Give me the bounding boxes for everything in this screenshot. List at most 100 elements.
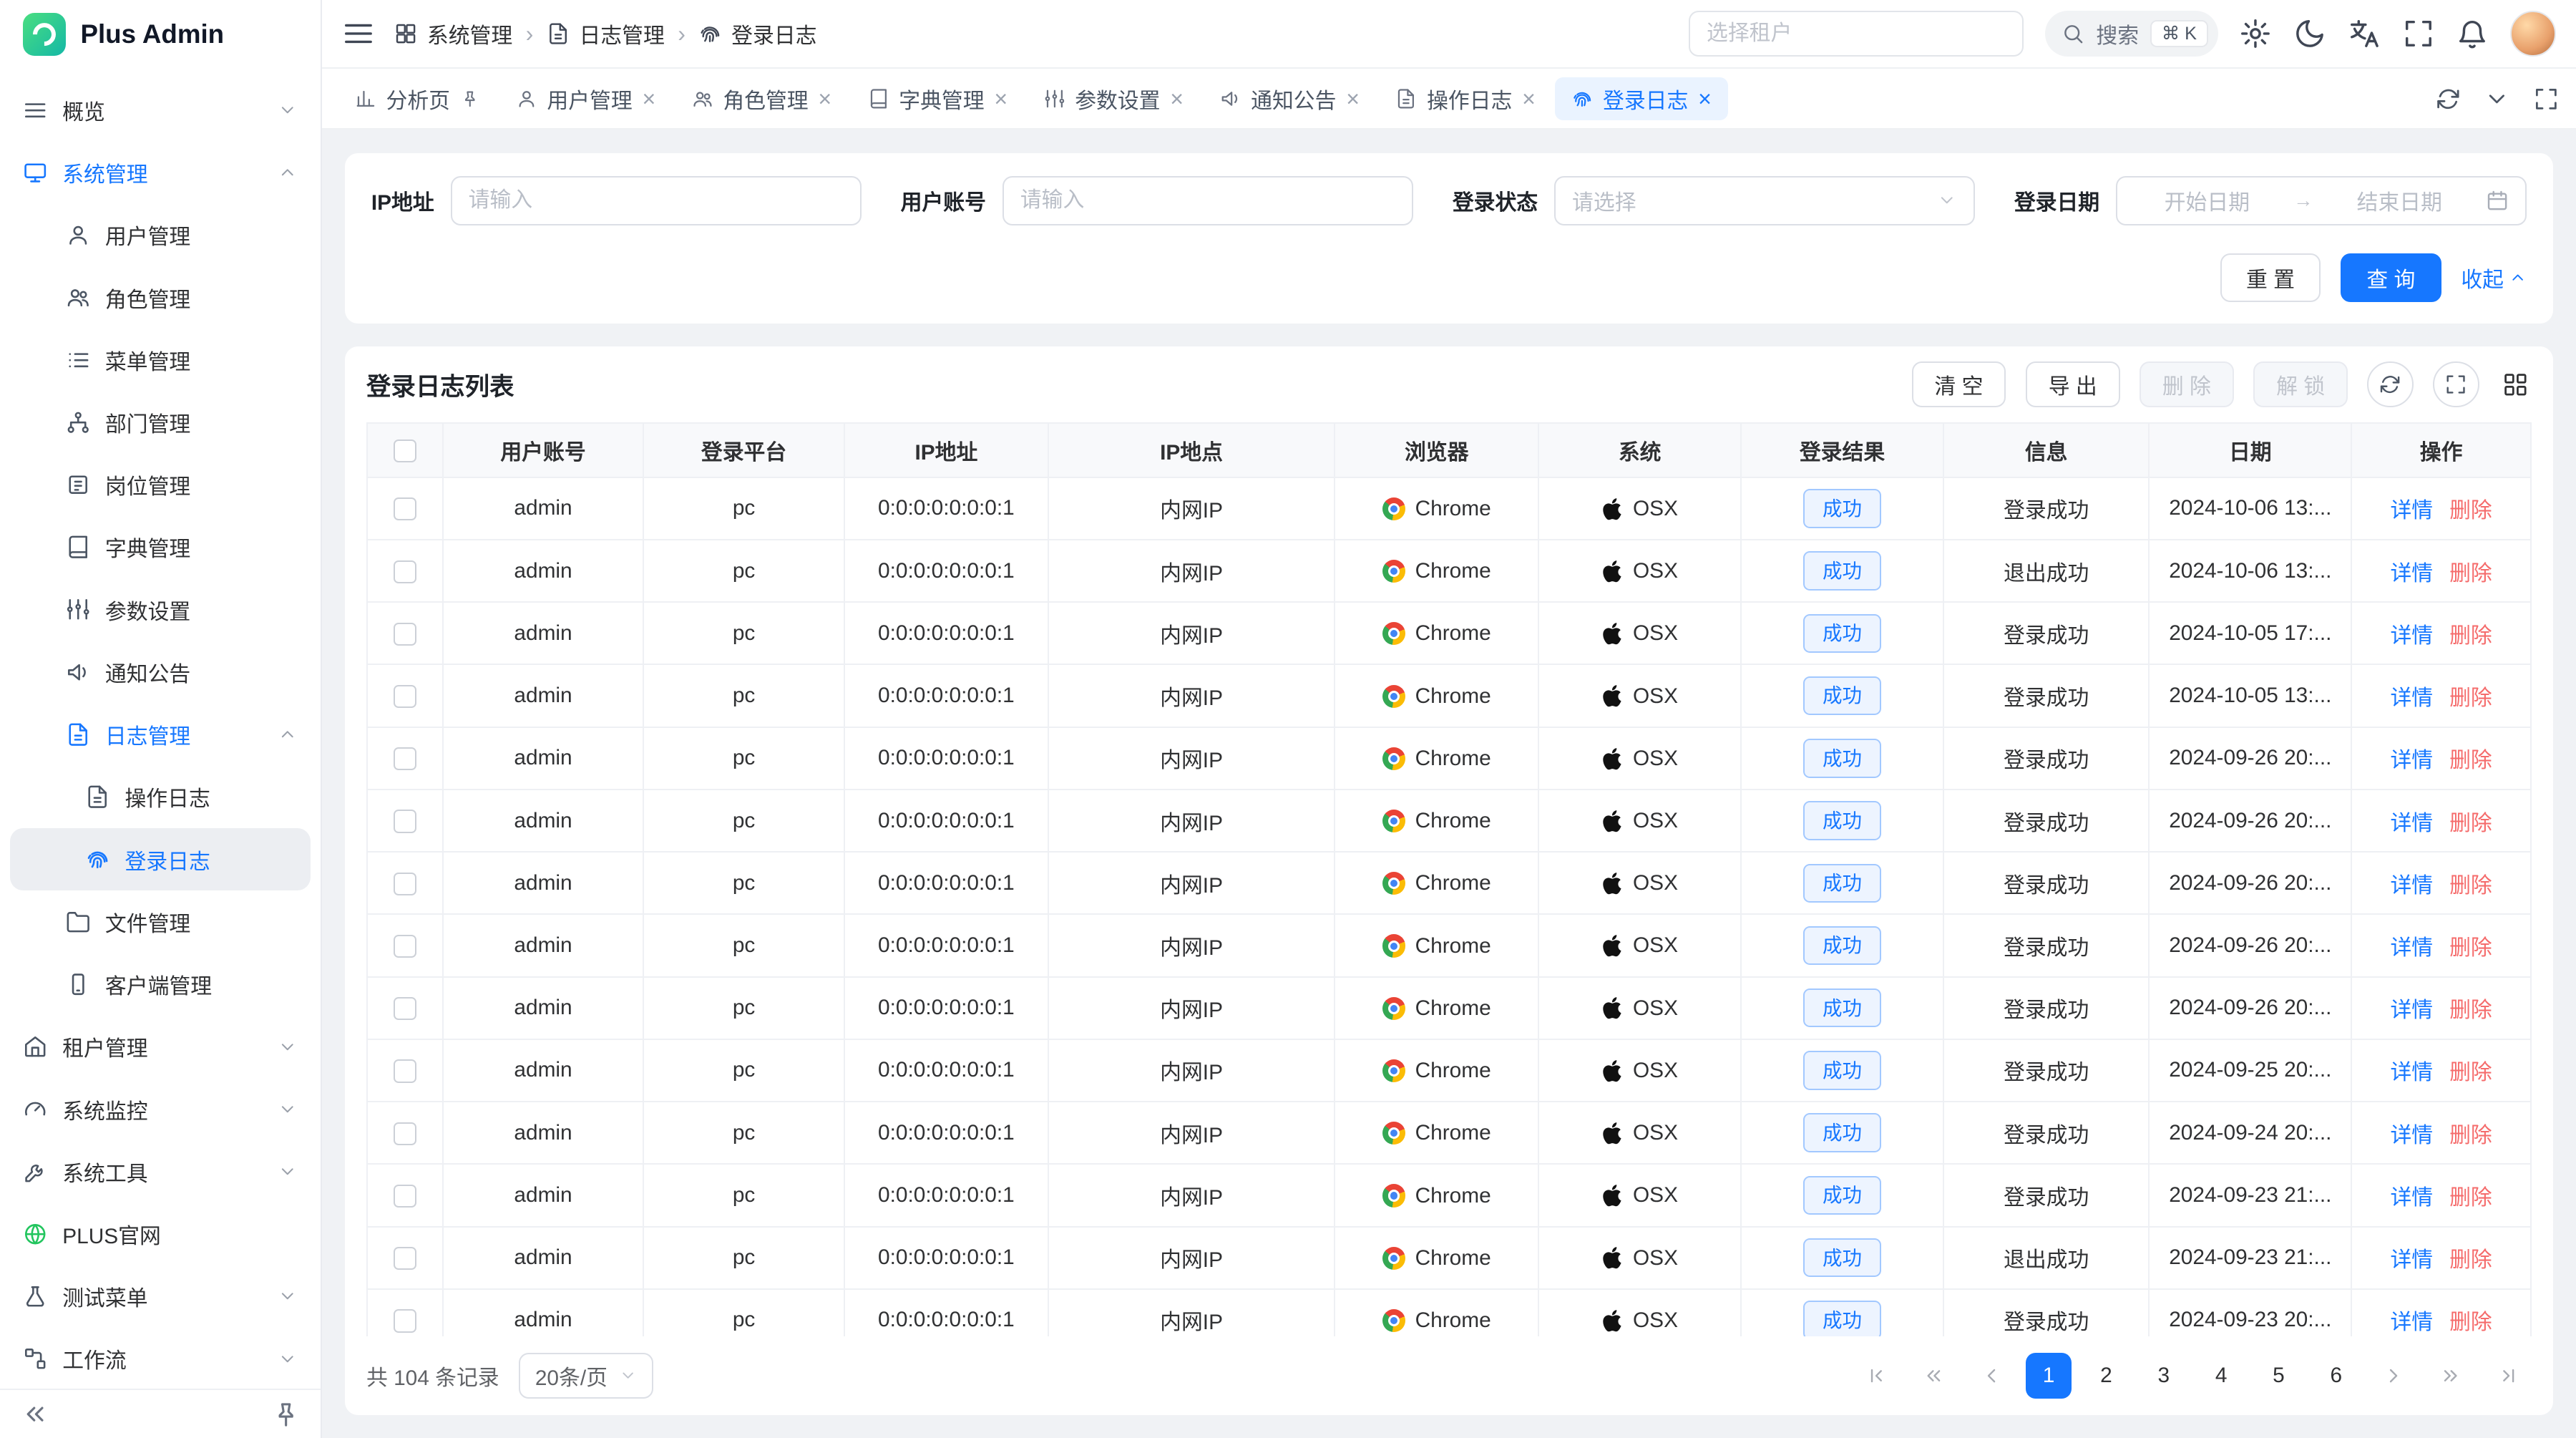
tab-close-icon[interactable]: × [642, 87, 655, 110]
tab-item[interactable]: 操作日志× [1380, 77, 1552, 120]
tab-close-icon[interactable]: × [1170, 87, 1184, 110]
sidebar-item[interactable]: 菜单管理 [0, 329, 321, 391]
filter-input[interactable] [1002, 176, 1413, 225]
detail-link[interactable]: 详情 [2390, 1124, 2433, 1147]
detail-link[interactable]: 详情 [2390, 686, 2433, 710]
page-number[interactable]: 3 [2141, 1353, 2187, 1399]
last-page-button[interactable] [2486, 1353, 2532, 1399]
tab-item[interactable]: 参数设置× [1028, 77, 1200, 120]
reset-button[interactable]: 重 置 [2220, 253, 2321, 303]
sidebar-item[interactable]: 客户端管理 [0, 953, 321, 1015]
column-settings-button[interactable] [2499, 368, 2532, 401]
tab-menu-button[interactable] [2484, 86, 2510, 112]
tab-close-icon[interactable]: × [994, 87, 1008, 110]
avatar[interactable] [2510, 11, 2556, 57]
notifications-button[interactable] [2456, 17, 2489, 50]
delete-link[interactable]: 删除 [2449, 624, 2492, 648]
tab-item[interactable]: 分析页 [338, 77, 496, 120]
sidebar-item[interactable]: 岗位管理 [0, 454, 321, 516]
row-checkbox[interactable] [394, 1059, 416, 1082]
select-all-checkbox[interactable] [394, 439, 416, 462]
sidebar-item[interactable]: PLUS官网 [0, 1203, 321, 1265]
row-checkbox[interactable] [394, 623, 416, 646]
filter-input[interactable] [451, 176, 862, 225]
sidebar-item[interactable]: 通知公告 [0, 641, 321, 703]
sidebar-item[interactable]: 测试菜单 [0, 1265, 321, 1328]
settings-button[interactable] [2239, 17, 2272, 50]
delete-link[interactable]: 删除 [2449, 1124, 2492, 1147]
collapse-sidebar-button[interactable] [20, 1399, 49, 1429]
sidebar-item[interactable]: 租户管理 [0, 1016, 321, 1078]
pin-sidebar-button[interactable] [271, 1399, 301, 1429]
detail-link[interactable]: 详情 [2390, 1186, 2433, 1210]
row-checkbox[interactable] [394, 747, 416, 770]
page-number[interactable]: 6 [2313, 1353, 2359, 1399]
tab-close-icon[interactable]: × [1522, 87, 1536, 110]
sidebar-item[interactable]: 文件管理 [0, 890, 321, 953]
row-checkbox[interactable] [394, 873, 416, 895]
tab-active[interactable]: 登录日志× [1555, 77, 1727, 120]
sidebar-item[interactable]: 角色管理 [0, 266, 321, 329]
delete-link[interactable]: 删除 [2449, 1311, 2492, 1334]
filter-daterange[interactable]: 开始日期→结束日期 [2116, 176, 2527, 225]
collapse-filters-link[interactable]: 收起 [2461, 262, 2527, 293]
detail-link[interactable]: 详情 [2390, 624, 2433, 648]
row-checkbox[interactable] [394, 685, 416, 708]
detail-link[interactable]: 详情 [2390, 999, 2433, 1022]
page-size-select[interactable]: 20条/页 [519, 1353, 653, 1399]
sidebar-item[interactable]: 字典管理 [0, 516, 321, 578]
delete-link[interactable]: 删除 [2449, 812, 2492, 835]
detail-link[interactable]: 详情 [2390, 812, 2433, 835]
delete-link[interactable]: 删除 [2449, 749, 2492, 772]
language-button[interactable] [2348, 17, 2381, 50]
delete-link[interactable]: 删除 [2449, 999, 2492, 1022]
row-checkbox[interactable] [394, 935, 416, 958]
sidebar-item[interactable]: 系统工具 [0, 1140, 321, 1203]
refresh-tab-button[interactable] [2435, 86, 2462, 112]
page-number[interactable]: 4 [2198, 1353, 2244, 1399]
row-checkbox[interactable] [394, 560, 416, 583]
page-number[interactable]: 1 [2026, 1353, 2072, 1399]
toolbar-button[interactable]: 删 除 [2140, 361, 2234, 407]
filter-select[interactable]: 请选择 [1554, 176, 1975, 225]
tab-close-icon[interactable]: × [818, 87, 831, 110]
delete-link[interactable]: 删除 [2449, 1186, 2492, 1210]
sidebar-item[interactable]: 系统监控 [0, 1078, 321, 1140]
sidebar-item[interactable]: 概览 [0, 79, 321, 141]
tab-close-icon[interactable]: × [1346, 87, 1360, 110]
page-number[interactable]: 2 [2083, 1353, 2129, 1399]
delete-link[interactable]: 删除 [2449, 1248, 2492, 1272]
content-fullscreen-button[interactable] [2533, 86, 2560, 112]
tab-item[interactable]: 用户管理× [499, 77, 672, 120]
prev-page-button[interactable] [1968, 1353, 2014, 1399]
query-button[interactable]: 查 询 [2341, 253, 2441, 303]
tab-item[interactable]: 角色管理× [675, 77, 848, 120]
sidebar-item[interactable]: 登录日志 [10, 828, 311, 890]
next-page-button[interactable] [2371, 1353, 2416, 1399]
refresh-list-button[interactable] [2367, 361, 2413, 407]
detail-link[interactable]: 详情 [2390, 1061, 2433, 1084]
delete-link[interactable]: 删除 [2449, 562, 2492, 586]
app-logo[interactable]: Plus Admin [0, 0, 321, 69]
page-number[interactable]: 5 [2255, 1353, 2301, 1399]
sidebar-item[interactable]: 日志管理 [0, 704, 321, 766]
detail-link[interactable]: 详情 [2390, 562, 2433, 586]
tab-item[interactable]: 通知公告× [1204, 77, 1376, 120]
detail-link[interactable]: 详情 [2390, 1311, 2433, 1334]
delete-link[interactable]: 删除 [2449, 499, 2492, 523]
sidebar-toggle-button[interactable] [342, 17, 375, 50]
sidebar-item[interactable]: 操作日志 [0, 766, 321, 828]
first-page-button[interactable] [1853, 1353, 1899, 1399]
dark-mode-button[interactable] [2293, 17, 2326, 50]
toolbar-button[interactable]: 解 锁 [2253, 361, 2348, 407]
row-checkbox[interactable] [394, 497, 416, 520]
jump-back-button[interactable] [1911, 1353, 1956, 1399]
table-fullscreen-button[interactable] [2433, 361, 2479, 407]
toolbar-button[interactable]: 清 空 [1912, 361, 2006, 407]
breadcrumb-item[interactable]: 日志管理 [547, 18, 665, 49]
sidebar-item[interactable]: 部门管理 [0, 391, 321, 453]
row-checkbox[interactable] [394, 810, 416, 832]
detail-link[interactable]: 详情 [2390, 936, 2433, 960]
detail-link[interactable]: 详情 [2390, 1248, 2433, 1272]
tab-item[interactable]: 字典管理× [852, 77, 1024, 120]
